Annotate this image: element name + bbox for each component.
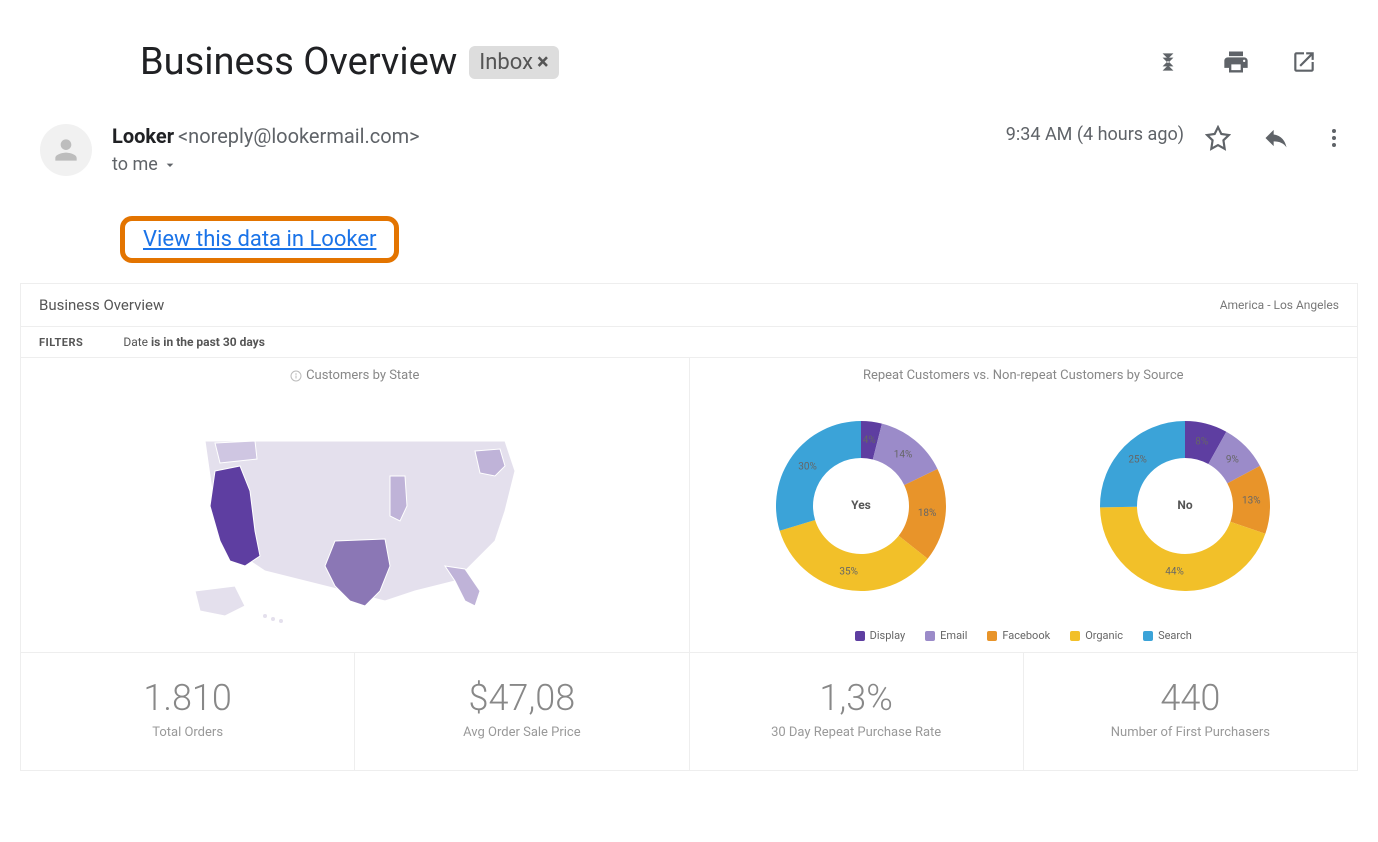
donut-no: 8% 9% 13% 44% 25% No bbox=[1080, 401, 1290, 611]
slice-label: 14% bbox=[894, 449, 913, 460]
donuts-panel: Repeat Customers vs. Non-repeat Customer… bbox=[690, 358, 1358, 652]
legend-item: Search bbox=[1143, 629, 1192, 642]
sender-row: Looker <noreply@lookermail.com> to me 9:… bbox=[0, 104, 1378, 186]
donuts-wrap: 4% 14% 18% 35% 30% Yes 8% 9% 13% 44% 25% No bbox=[700, 391, 1348, 621]
legend-item: Facebook bbox=[987, 629, 1050, 642]
inbox-badge[interactable]: Inbox × bbox=[469, 46, 558, 79]
collapse-icon[interactable] bbox=[1154, 48, 1182, 76]
metric-tile: $47,08 Avg Order Sale Price bbox=[355, 653, 689, 770]
map-title-text: Customers by State bbox=[306, 368, 419, 383]
metric-tile: 440 Number of First Purchasers bbox=[1024, 653, 1357, 770]
us-map bbox=[31, 391, 679, 631]
to-line-text: to me bbox=[112, 154, 158, 175]
metric-value: $47,08 bbox=[365, 677, 678, 719]
metric-tile: 1.810 Total Orders bbox=[21, 653, 355, 770]
legend-swatch bbox=[1143, 631, 1153, 641]
metric-value: 1.810 bbox=[31, 677, 344, 719]
metric-label: 30 Day Repeat Purchase Rate bbox=[700, 725, 1013, 740]
view-link-highlight: View this data in Looker bbox=[120, 216, 399, 263]
metric-tile: 1,3% 30 Day Repeat Purchase Rate bbox=[690, 653, 1024, 770]
legend-label: Email bbox=[940, 629, 967, 642]
close-icon[interactable]: × bbox=[537, 50, 549, 75]
header-actions bbox=[1154, 48, 1348, 76]
view-data-link[interactable]: View this data in Looker bbox=[143, 227, 376, 252]
email-header: Business Overview Inbox × bbox=[0, 0, 1378, 104]
legend-label: Display bbox=[870, 629, 906, 642]
donuts-panel-title: Repeat Customers vs. Non-repeat Customer… bbox=[700, 368, 1348, 383]
slice-label: 13% bbox=[1242, 496, 1261, 507]
inbox-badge-label: Inbox bbox=[479, 50, 533, 75]
print-icon[interactable] bbox=[1222, 48, 1250, 76]
metric-value: 440 bbox=[1034, 677, 1347, 719]
email-subject: Business Overview bbox=[140, 40, 457, 84]
reply-icon[interactable] bbox=[1262, 124, 1290, 152]
star-icon[interactable] bbox=[1204, 124, 1232, 152]
sender-info: Looker <noreply@lookermail.com> to me bbox=[112, 124, 420, 175]
donut-center-label: No bbox=[1178, 498, 1193, 512]
filter-bold: is in the past 30 days bbox=[151, 335, 265, 349]
metric-label: Avg Order Sale Price bbox=[365, 725, 678, 740]
avatar[interactable] bbox=[40, 124, 92, 176]
dashboard-title: Business Overview bbox=[39, 296, 164, 314]
metric-label: Number of First Purchasers bbox=[1034, 725, 1347, 740]
metric-value: 1,3% bbox=[700, 677, 1013, 719]
legend-swatch bbox=[987, 631, 997, 641]
legend-swatch bbox=[925, 631, 935, 641]
legend-item: Email bbox=[925, 629, 967, 642]
slice-label: 44% bbox=[1165, 567, 1184, 578]
dashboard-timezone: America - Los Angeles bbox=[1220, 298, 1339, 312]
metric-label: Total Orders bbox=[31, 725, 344, 740]
legend-item: Display bbox=[855, 629, 906, 642]
legend-item: Organic bbox=[1070, 629, 1123, 642]
dashboard-panels: Customers by State bbox=[21, 358, 1357, 652]
legend-swatch bbox=[1070, 631, 1080, 641]
slice-label: 8% bbox=[1195, 437, 1208, 448]
legend-label: Search bbox=[1158, 629, 1192, 642]
slice-label: 35% bbox=[840, 566, 859, 577]
open-new-icon[interactable] bbox=[1290, 48, 1318, 76]
slice-label: 4% bbox=[863, 435, 876, 446]
message-actions bbox=[1204, 124, 1348, 152]
slice-label: 18% bbox=[918, 508, 937, 519]
donut-slice bbox=[776, 421, 861, 531]
info-icon bbox=[290, 370, 302, 382]
dashboard: Business Overview America - Los Angeles … bbox=[20, 283, 1358, 771]
chevron-down-icon bbox=[162, 157, 178, 173]
sender-email: <noreply@lookermail.com> bbox=[178, 124, 420, 148]
dashboard-header: Business Overview America - Los Angeles bbox=[21, 284, 1357, 326]
filter-text: Date is in the past 30 days bbox=[123, 335, 265, 349]
map-panel: Customers by State bbox=[21, 358, 690, 652]
map-panel-title: Customers by State bbox=[31, 368, 679, 383]
filter-prefix: Date bbox=[123, 335, 151, 349]
donut-center-label: Yes bbox=[852, 498, 872, 512]
to-line[interactable]: to me bbox=[112, 154, 420, 175]
slice-label: 30% bbox=[799, 461, 818, 472]
filters-label: FILTERS bbox=[39, 336, 83, 349]
legend-label: Facebook bbox=[1002, 629, 1050, 642]
slice-label: 9% bbox=[1226, 454, 1239, 465]
donut-legend: Display Email Facebook Organic Search bbox=[700, 629, 1348, 642]
sender-name: Looker bbox=[112, 124, 174, 148]
slice-label: 25% bbox=[1128, 454, 1147, 465]
legend-swatch bbox=[855, 631, 865, 641]
filters-row: FILTERS Date is in the past 30 days bbox=[21, 326, 1357, 358]
timestamp: 9:34 AM (4 hours ago) bbox=[1006, 124, 1184, 145]
metrics-row: 1.810 Total Orders $47,08 Avg Order Sale Pr… bbox=[21, 652, 1357, 770]
legend-label: Organic bbox=[1085, 629, 1123, 642]
donut-yes: 4% 14% 18% 35% 30% Yes bbox=[756, 401, 966, 611]
more-icon[interactable] bbox=[1320, 124, 1348, 152]
